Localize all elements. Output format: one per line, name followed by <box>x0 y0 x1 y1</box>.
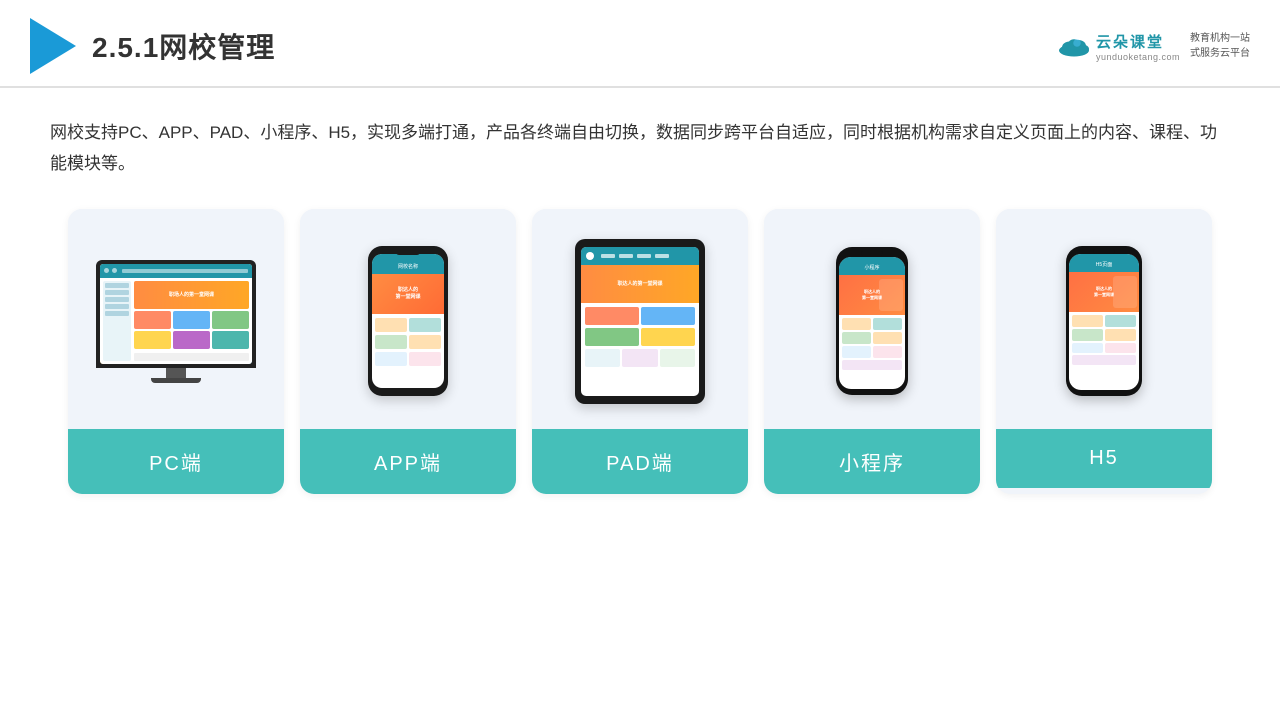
description-text: 网校支持PC、APP、PAD、小程序、H5，实现多端打通，产品各终端自由切换，数… <box>50 118 1230 179</box>
h5-phone-mockup: H5页面 职达人的第一堂网课 <box>1066 246 1142 396</box>
card-app: 网校名称 职达人的第一堂网课 <box>300 209 516 494</box>
card-pad: 职达人的第一堂网课 <box>532 209 748 494</box>
card-pc-label: PC端 <box>68 429 284 494</box>
app-phone-mockup: 网校名称 职达人的第一堂网课 <box>368 246 448 396</box>
card-app-label: APP端 <box>300 429 516 494</box>
card-app-image: 网校名称 职达人的第一堂网课 <box>300 209 516 429</box>
brand-name: 云朵课堂 <box>1096 31 1164 52</box>
card-pad-label: PAD端 <box>532 429 748 494</box>
brand-url: yunduoketang.com <box>1096 52 1180 62</box>
pc-monitor-mockup: 职场人的第一堂网课 <box>96 260 256 383</box>
card-pc: 职场人的第一堂网课 <box>68 209 284 494</box>
card-pad-image: 职达人的第一堂网课 <box>532 209 748 429</box>
brand-logo: 云朵课堂 yunduoketang.com 教育机构一站 式服务云平台 <box>1056 31 1250 62</box>
card-miniprogram: 小程序 职达人的第一堂网课 <box>764 209 980 494</box>
card-h5-label: H5 <box>996 429 1212 488</box>
card-mini-image: 小程序 职达人的第一堂网课 <box>764 209 980 429</box>
device-cards: 职场人的第一堂网课 <box>50 209 1230 494</box>
card-miniprogram-label: 小程序 <box>764 429 980 494</box>
header: 2.5.1网校管理 云朵课堂 yunduoketang.com 教育机构一站 式… <box>0 0 1280 88</box>
brand-cloud: 云朵课堂 yunduoketang.com 教育机构一站 式服务云平台 <box>1056 31 1250 62</box>
main-content: 网校支持PC、APP、PAD、小程序、H5，实现多端打通，产品各终端自由切换，数… <box>0 88 1280 514</box>
page-title: 2.5.1网校管理 <box>92 26 275 66</box>
card-h5: H5页面 职达人的第一堂网课 <box>996 209 1212 494</box>
logo-triangle-icon <box>30 18 76 74</box>
card-h5-image: H5页面 职达人的第一堂网课 <box>996 209 1212 429</box>
header-left: 2.5.1网校管理 <box>30 18 275 74</box>
cloud-icon <box>1056 35 1092 57</box>
card-pc-image: 职场人的第一堂网课 <box>68 209 284 429</box>
brand-tagline: 教育机构一站 式服务云平台 <box>1190 31 1250 61</box>
miniprogram-phone-mockup: 小程序 职达人的第一堂网课 <box>836 247 908 395</box>
pad-tablet-mockup: 职达人的第一堂网课 <box>575 239 705 404</box>
